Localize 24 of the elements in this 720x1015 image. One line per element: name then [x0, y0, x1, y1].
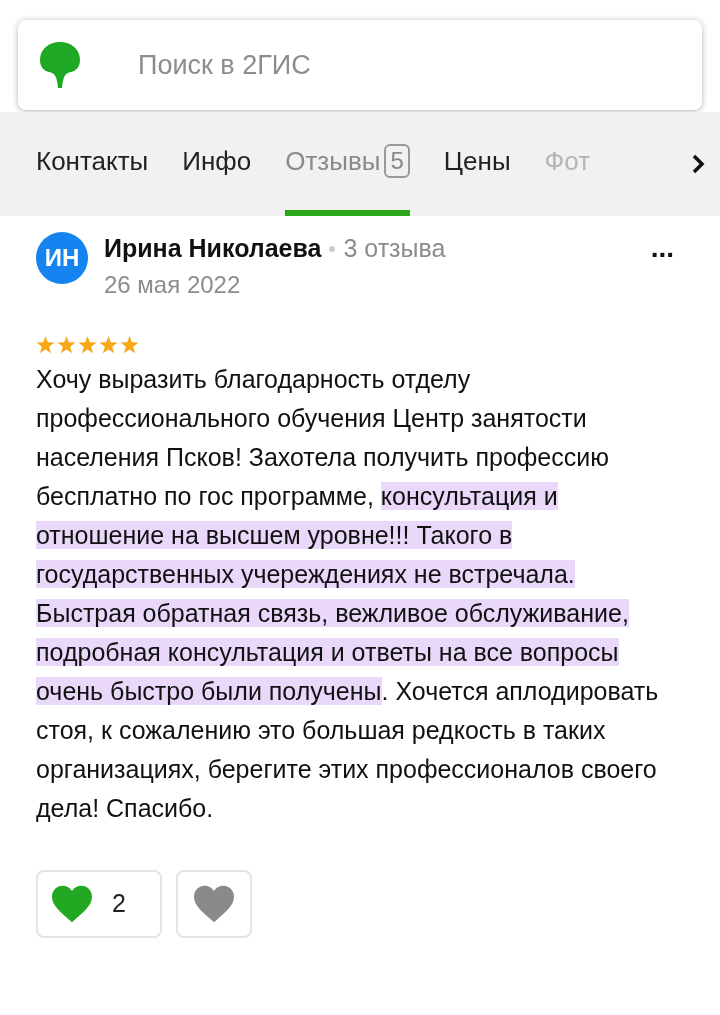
search-input[interactable]: Поиск в 2ГИС: [138, 44, 682, 86]
logo-icon: [38, 40, 82, 90]
star-icon: [36, 335, 55, 354]
tab[interactable]: Контакты: [36, 112, 149, 216]
star-icon: [120, 335, 139, 354]
more-button[interactable]: ...: [650, 234, 674, 262]
star-icon: [78, 335, 97, 354]
author-name[interactable]: Ирина Николаева: [104, 230, 322, 268]
chevron-right-icon[interactable]: [690, 152, 706, 176]
review-text: Хочу выразить благодарность отделу профессионального обучения Центр занятости населения Псков! Захотела получить профессию бесплатно по гос программе, консультация и отношение на высшем уровне!!! Такого в государственных учереждениях не встречала. Быстрая обратная связь, вежливое обслуживание, подробная консультация и ответы на все вопросы очень быстро были получены. Хочется аплодировать стоя, к сожалению это большая редкость в таких организациях, берегите этих профессионалов своего дела! Спасибо.: [36, 363, 660, 824]
tab[interactable]: Инфо: [182, 112, 252, 216]
dot-separator: [329, 245, 336, 252]
avatar: ИН: [36, 232, 88, 284]
heart-icon: [50, 883, 94, 924]
star-icon: [57, 335, 76, 354]
dislike-button[interactable]: [176, 869, 252, 938]
count-badge: 5: [384, 144, 410, 178]
review-date: 26 мая 2022: [104, 269, 242, 300]
search-field[interactable]: Поиск в 2ГИС: [18, 20, 702, 110]
tab[interactable]: Цены: [443, 112, 511, 216]
heart-icon: [192, 883, 236, 924]
star-icon: [99, 335, 118, 354]
review-count: 3 отзыва: [343, 233, 446, 264]
like-button[interactable]: 2: [36, 869, 162, 938]
